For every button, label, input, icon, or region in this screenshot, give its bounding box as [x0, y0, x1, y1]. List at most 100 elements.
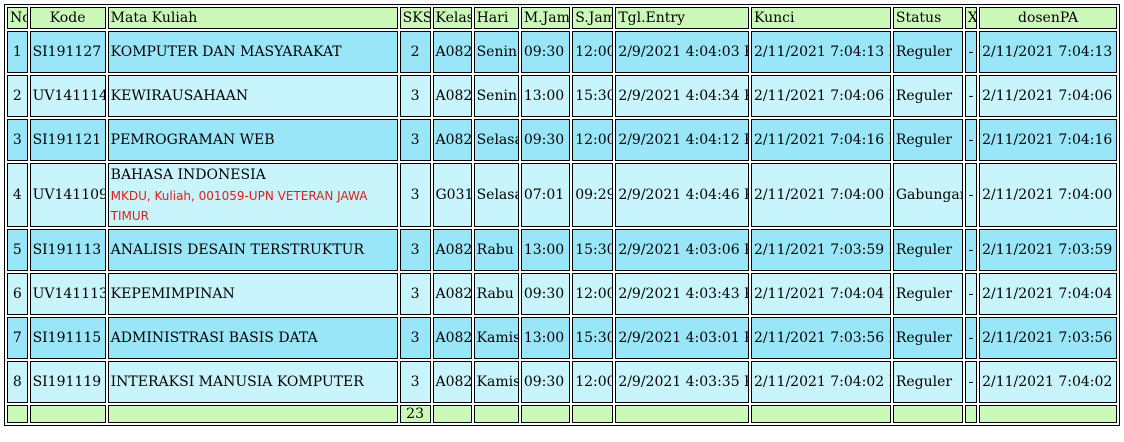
- cell-tgl-entry: 2/9/2021 4:04:12 PM: [615, 119, 749, 161]
- table-row: 1 SI191127 KOMPUTER DAN MASYARAKAT 2 A08…: [7, 31, 1117, 73]
- cell-hari: Selasa: [473, 119, 519, 161]
- col-header-m-jam: M.Jam: [520, 7, 571, 29]
- cell-dosen-pa: 2/11/2021 7:04:16 PM: [979, 119, 1117, 161]
- total-sks: 23: [399, 405, 431, 423]
- cell-m-jam: 09:30: [520, 361, 571, 403]
- col-header-x: X: [964, 7, 978, 29]
- cell-kode: SI191115: [29, 317, 106, 359]
- table-row: 3 SI191121 PEMROGRAMAN WEB 3 A082 Selasa…: [7, 119, 1117, 161]
- footer-cell-kunci: [751, 405, 891, 423]
- cell-kunci: 2/11/2021 7:04:13 PM: [751, 31, 891, 73]
- cell-kunci: 2/11/2021 7:04:16 PM: [751, 119, 891, 161]
- col-header-mata-kuliah: Mata Kuliah: [107, 7, 398, 29]
- cell-status: Reguler: [892, 119, 963, 161]
- cell-no: 1: [7, 31, 28, 73]
- cell-s-jam: 12:00: [572, 119, 614, 161]
- table-row: 6 UV141113 KEPEMIMPINAN 3 A082 Rabu 09:3…: [7, 273, 1117, 315]
- cell-s-jam: 12:00: [572, 361, 614, 403]
- cell-no: 3: [7, 119, 28, 161]
- cell-kunci: 2/11/2021 7:04:04 PM: [751, 273, 891, 315]
- cell-kelas: A082: [432, 31, 472, 73]
- cell-no: 8: [7, 361, 28, 403]
- footer-cell-status: [892, 405, 963, 423]
- course-name: PEMROGRAMAN WEB: [110, 132, 275, 148]
- cell-m-jam: 13:00: [520, 229, 571, 271]
- cell-m-jam: 07:01: [520, 163, 571, 227]
- cell-kode: UV141109: [29, 163, 106, 227]
- cell-sks: 3: [399, 229, 431, 271]
- cell-kode: UV141114: [29, 75, 106, 117]
- cell-x: -: [964, 273, 978, 315]
- col-header-kode: Kode: [29, 7, 106, 29]
- cell-hari: Senin: [473, 31, 519, 73]
- cell-tgl-entry: 2/9/2021 4:03:01 PM: [615, 317, 749, 359]
- cell-kunci: 2/11/2021 7:04:02 PM: [751, 361, 891, 403]
- cell-no: 2: [7, 75, 28, 117]
- cell-x: -: [964, 31, 978, 73]
- course-name: ANALISIS DESAIN TERSTRUKTUR: [110, 242, 364, 258]
- cell-dosen-pa: 2/11/2021 7:03:56 PM: [979, 317, 1117, 359]
- cell-x: -: [964, 163, 978, 227]
- cell-sks: 3: [399, 75, 431, 117]
- cell-mata-kuliah: ANALISIS DESAIN TERSTRUKTUR: [107, 229, 398, 271]
- cell-tgl-entry: 2/9/2021 4:04:46 PM: [615, 163, 749, 227]
- footer-cell-m-jam: [520, 405, 571, 423]
- cell-tgl-entry: 2/9/2021 4:03:43 PM: [615, 273, 749, 315]
- cell-dosen-pa: 2/11/2021 7:04:13 PM: [979, 31, 1117, 73]
- cell-kelas: A082: [432, 361, 472, 403]
- cell-kelas: A082: [432, 273, 472, 315]
- cell-dosen-pa: 2/11/2021 7:04:02 PM: [979, 361, 1117, 403]
- table-row: 5 SI191113 ANALISIS DESAIN TERSTRUKTUR 3…: [7, 229, 1117, 271]
- cell-s-jam: 12:00: [572, 273, 614, 315]
- cell-sks: 3: [399, 119, 431, 161]
- course-name: KEWIRAUSAHAAN: [110, 88, 249, 104]
- cell-hari: Rabu: [473, 273, 519, 315]
- cell-x: -: [964, 75, 978, 117]
- cell-no: 4: [7, 163, 28, 227]
- cell-mata-kuliah: KEWIRAUSAHAAN: [107, 75, 398, 117]
- cell-status: Reguler: [892, 31, 963, 73]
- cell-mata-kuliah: KOMPUTER DAN MASYARAKAT: [107, 31, 398, 73]
- cell-hari: Rabu: [473, 229, 519, 271]
- cell-dosen-pa: 2/11/2021 7:03:59 PM: [979, 229, 1117, 271]
- cell-kode: SI191113: [29, 229, 106, 271]
- footer-cell-kelas: [432, 405, 472, 423]
- cell-no: 7: [7, 317, 28, 359]
- cell-m-jam: 09:30: [520, 119, 571, 161]
- table-row: 4 UV141109 BAHASA INDONESIA MKDU, Kuliah,…: [7, 163, 1117, 227]
- col-header-sks: SKS: [399, 7, 431, 29]
- cell-sks: 3: [399, 361, 431, 403]
- col-header-status: Status: [892, 7, 963, 29]
- cell-tgl-entry: 2/9/2021 4:03:35 PM: [615, 361, 749, 403]
- cell-dosen-pa: 2/11/2021 7:04:04 PM: [979, 273, 1117, 315]
- footer-cell-kode: [29, 405, 106, 423]
- cell-status: Reguler: [892, 273, 963, 315]
- cell-kelas: A082: [432, 229, 472, 271]
- cell-kode: SI191127: [29, 31, 106, 73]
- cell-status: Reguler: [892, 317, 963, 359]
- cell-sks: 3: [399, 317, 431, 359]
- cell-tgl-entry: 2/9/2021 4:04:34 PM: [615, 75, 749, 117]
- cell-no: 6: [7, 273, 28, 315]
- table-row: 8 SI191119 INTERAKSI MANUSIA KOMPUTER 3 …: [7, 361, 1117, 403]
- cell-mata-kuliah: KEPEMIMPINAN: [107, 273, 398, 315]
- table-body: 1 SI191127 KOMPUTER DAN MASYARAKAT 2 A08…: [7, 31, 1117, 403]
- cell-x: -: [964, 317, 978, 359]
- course-name: INTERAKSI MANUSIA KOMPUTER: [110, 374, 364, 390]
- krs-table: No Kode Mata Kuliah SKS Kelas Hari M.Jam…: [4, 4, 1120, 426]
- cell-sks: 3: [399, 273, 431, 315]
- footer-cell-hari: [473, 405, 519, 423]
- cell-kode: SI191121: [29, 119, 106, 161]
- cell-m-jam: 13:00: [520, 75, 571, 117]
- cell-tgl-entry: 2/9/2021 4:04:03 PM: [615, 31, 749, 73]
- table-footer-row: 23: [7, 405, 1117, 423]
- cell-kode: SI191119: [29, 361, 106, 403]
- cell-mata-kuliah: PEMROGRAMAN WEB: [107, 119, 398, 161]
- course-name: KOMPUTER DAN MASYARAKAT: [110, 44, 342, 60]
- cell-x: -: [964, 119, 978, 161]
- cell-kunci: 2/11/2021 7:04:00 PM: [751, 163, 891, 227]
- cell-dosen-pa: 2/11/2021 7:04:00 PM: [979, 163, 1117, 227]
- course-note: MKDU, Kuliah, 001059-UPN VETERAN JAWA TI…: [110, 189, 368, 223]
- cell-sks: 3: [399, 163, 431, 227]
- cell-kunci: 2/11/2021 7:03:59 PM: [751, 229, 891, 271]
